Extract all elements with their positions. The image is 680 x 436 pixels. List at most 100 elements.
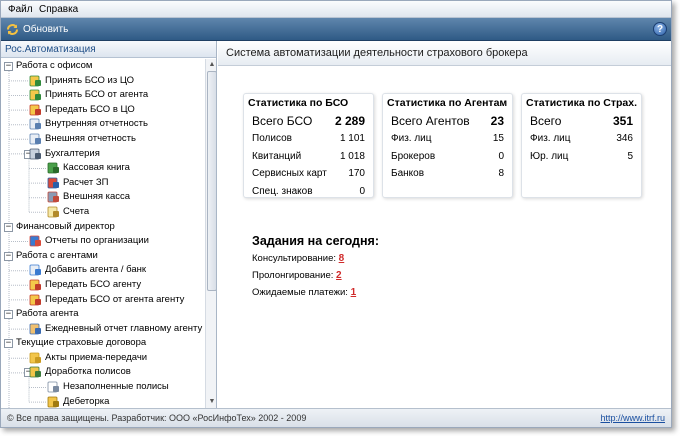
collapse-toggle-icon[interactable]: − [4,222,13,232]
tree-item-label: Отчеты по организации [45,235,149,247]
stats-row: Физ. лиц 15 [391,133,504,147]
stats-label: Банков [391,168,425,179]
folder-edit-icon [29,366,42,378]
tree-item[interactable]: − Работа с агентами [1,249,204,264]
report-icon [29,118,42,130]
toolbar: Обновить ? [1,18,671,41]
tree-item[interactable]: − Бухгалтерия [1,147,204,162]
tree-item-label: Внутренняя отчетность [45,118,148,130]
tree-item-label: Добавить агента / банк [45,264,147,276]
stats-value: 0 [359,185,365,197]
task-count-link[interactable]: 1 [351,287,357,298]
collapse-toggle-icon[interactable]: − [4,339,13,349]
tree-item-label: Передать БСО агенту [45,278,142,290]
tree-item[interactable]: Незаполненные полисы [1,380,204,395]
tree-item[interactable]: Передать БСО в ЦО [1,103,204,118]
stats-row: Брокеров 0 [391,151,504,165]
tree-item[interactable]: Дебеторка [1,395,204,408]
task-label: Консультирование: [252,253,337,264]
stats-value: 0 [498,150,504,162]
tree-item[interactable]: − Доработка полисов [1,365,204,380]
stats-label: Всего БСО [252,114,313,128]
stats-value: 23 [490,114,504,128]
tree-item[interactable]: Акты приема-передачи [1,351,204,366]
task-count-link[interactable]: 2 [336,270,342,281]
navigation-tree: − Работа с офисом Принять БСО из ЦО Принять… [1,59,204,408]
tree-item[interactable]: Кассовая книга [1,161,204,176]
stats-label: Сервисных карт [252,168,327,179]
scroll-up-icon[interactable]: ▲ [207,60,216,70]
invoice-icon [47,206,60,218]
sidebar-header: Рос.Автоматизация [1,41,216,58]
stats-card-title: Статистика по БСО [248,97,349,109]
coins-icon [47,396,60,408]
tree-item[interactable]: Расчет ЗП [1,176,204,191]
tree-item[interactable]: Принять БСО от агента [1,88,204,103]
tree-item[interactable]: − Работа агента [1,307,204,322]
sidebar-scrollbar[interactable]: ▲ ▼ [205,59,216,408]
stats-value: 15 [492,133,504,144]
stats-row: Юр. лиц 5 [530,151,633,165]
collapse-toggle-icon[interactable]: − [4,310,13,320]
menu-file[interactable]: Файл [8,4,33,15]
tree-item[interactable]: Ежедневный отчет главному агенту [1,322,204,337]
stats-label: Брокеров [391,150,436,162]
report-icon [29,133,42,145]
stats-value: 5 [627,150,633,162]
document-icon [47,381,60,393]
bar-chart-icon [29,235,42,247]
tree-item-label: Передать БСО от агента агенту [45,293,185,305]
stats-card-title: Статистика по Страх. [526,97,638,109]
tree-item-label: Внешняя отчетность [45,132,136,144]
tree-item[interactable]: Передать БСО агенту [1,278,204,293]
task-count-link[interactable]: 8 [339,253,345,264]
copyright-text: © Все права защищены. Разработчик: ООО «… [7,413,307,423]
tree-item[interactable]: Счета [1,205,204,220]
add-agent-icon [29,264,42,276]
stats-value: 351 [612,114,633,128]
stats-label: Физ. лиц [391,133,432,144]
user-report-icon [29,323,42,335]
menu-help[interactable]: Справка [39,4,78,15]
tree-item[interactable]: Принять БСО из ЦО [1,74,204,89]
stats-value: 8 [498,168,504,179]
stats-label: Всего Агентов [391,114,470,128]
task-item-consulting: Консультирование: 8 [252,253,344,264]
cash-book-icon [47,162,60,174]
scroll-thumb[interactable] [207,71,216,291]
stats-row: Физ. лиц 346 [530,133,633,147]
stats-card-title: Статистика по Агентам [387,97,508,109]
app-window: Файл Справка Обновить ? Рос.Автоматизаци… [0,0,672,428]
tree-item[interactable]: − Текущие страховые договора [1,336,204,351]
tree-item[interactable]: Внешняя отчетность [1,132,204,147]
tree-item-label: Работа агента [16,308,79,320]
tree-item[interactable]: Внутренняя отчетность [1,117,204,132]
forms-out-icon [29,294,42,306]
forms-out-icon [29,104,42,116]
tree-item[interactable]: Передать БСО от агента агенту [1,293,204,308]
tree-item-label: Финансовый директор [16,220,115,232]
tree-item[interactable]: Добавить агента / банк [1,263,204,278]
stats-value: 170 [348,168,365,179]
collapse-toggle-icon[interactable]: − [4,62,13,71]
tree-item-label: Доработка полисов [45,366,131,378]
tree-item[interactable]: Внешняя касса [1,190,204,205]
tree-item[interactable]: − Работа с офисом [1,59,204,74]
forms-in-icon [29,75,42,87]
scroll-down-icon[interactable]: ▼ [207,397,216,407]
stats-label: Полисов [252,133,292,144]
tree-item-label: Бухгалтерия [45,147,100,159]
stats-row: Полисов 1 101 [252,133,365,147]
website-link[interactable]: http://www.itrf.ru [600,413,665,423]
collapse-toggle-icon[interactable]: − [4,251,13,261]
stats-row: Спец. знаков 0 [252,186,365,200]
stats-card: Статистика по Страх. Всего 351 Физ. лиц 346 Ю… [521,93,642,198]
help-icon[interactable]: ? [653,22,667,36]
refresh-button[interactable]: Обновить [6,22,68,37]
tree-item[interactable]: − Финансовый директор [1,220,204,235]
stats-card: Статистика по БСО Всего БСО 2 289 Полисов 1 … [243,93,374,198]
stats-row: Банков 8 [391,168,504,182]
tree-item[interactable]: Отчеты по организации [1,234,204,249]
task-item-prolongation: Пролонгирование: 2 [252,270,342,281]
main-panel: Система автоматизации деятельности страх… [218,41,671,408]
